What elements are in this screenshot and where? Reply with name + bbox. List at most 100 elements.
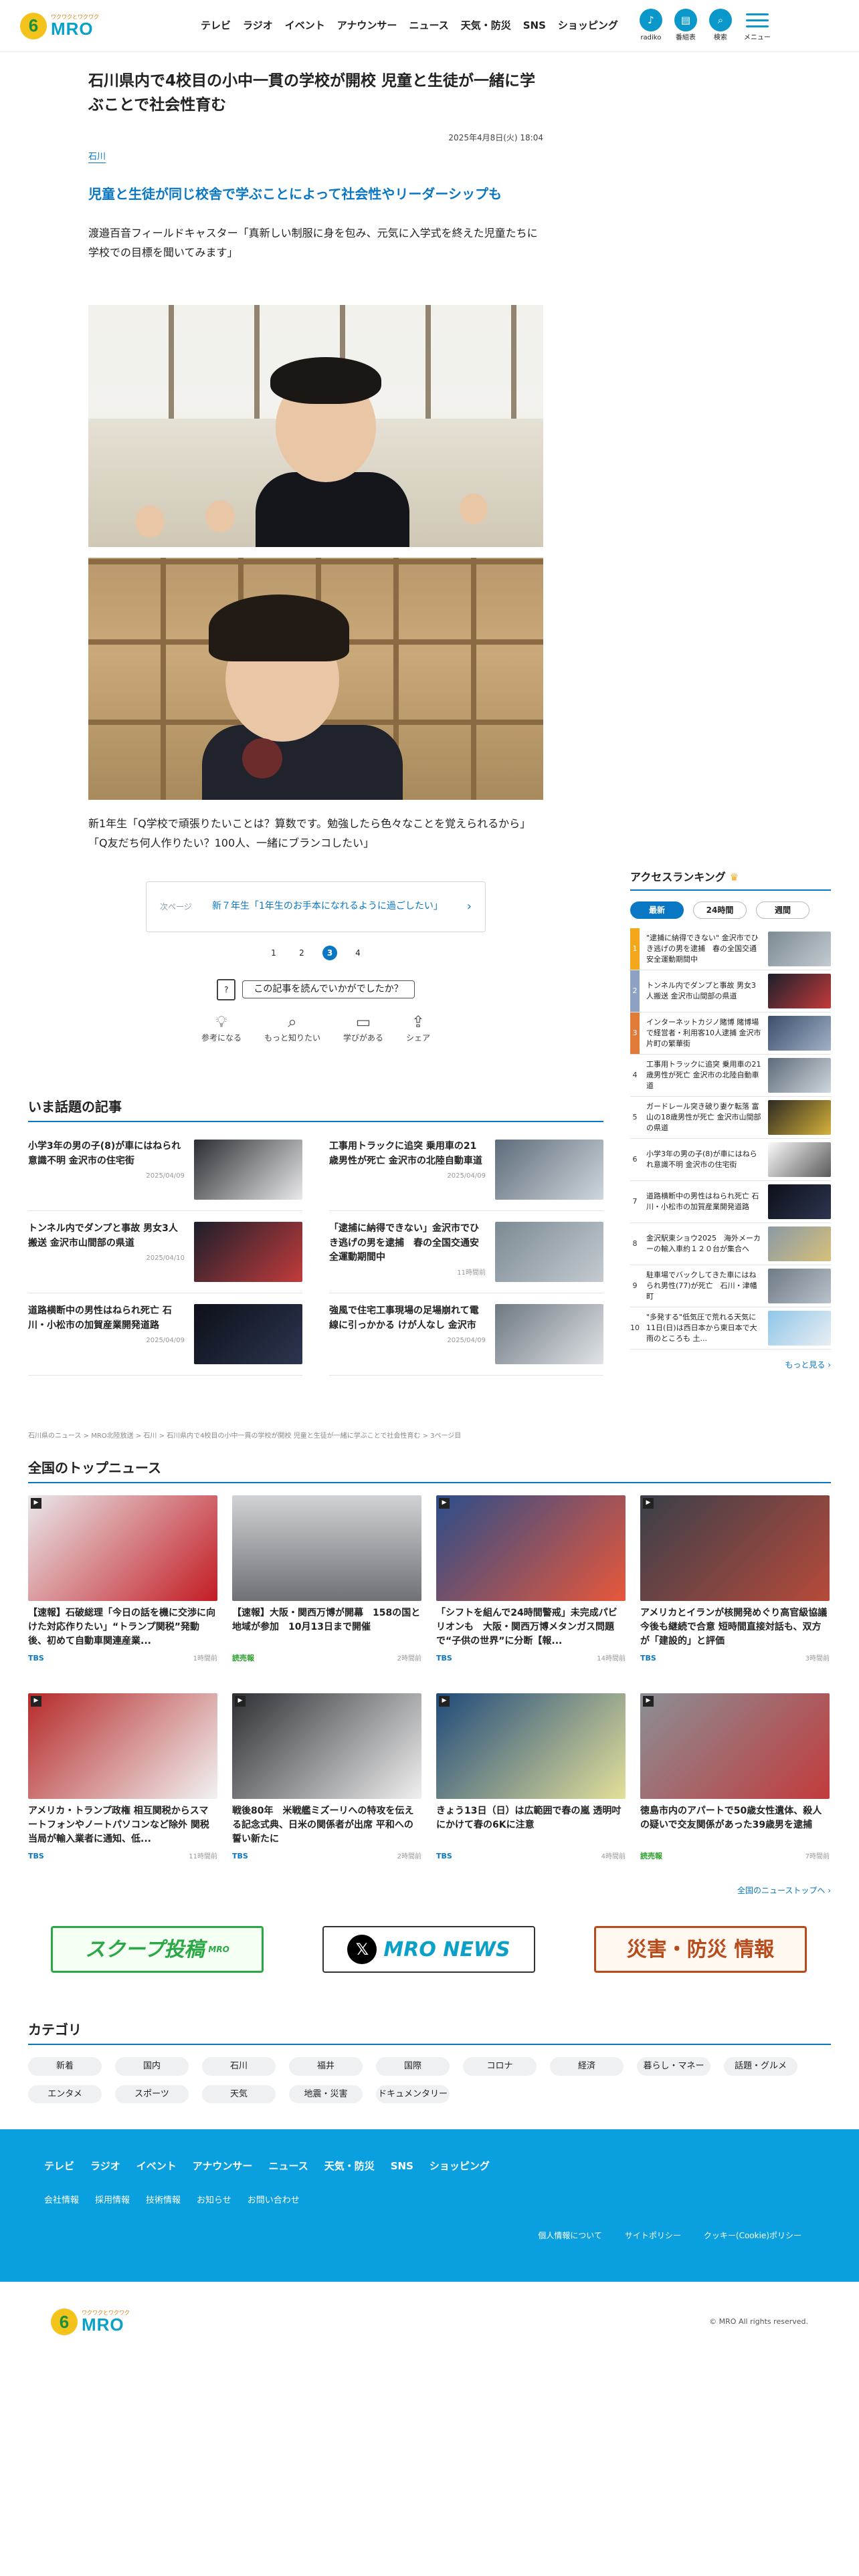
national-more-link[interactable]: 全国のニューストップへ › (28, 1885, 831, 1897)
footer-link[interactable]: イベント (136, 2159, 177, 2174)
tab-weekly[interactable]: 週間 (756, 901, 809, 919)
topic-item[interactable]: 道路横断中の男性はねられ死亡 石川・小松市の加賀産業開発道路 2025/04/09 (28, 1293, 302, 1376)
ranking-more-link[interactable]: もっと見る › (630, 1359, 831, 1371)
category-chip[interactable]: 経済 (550, 2057, 624, 2076)
tab-24h[interactable]: 24時間 (693, 901, 747, 919)
footer-link[interactable]: テレビ (44, 2159, 74, 2174)
category-chip[interactable]: 天気 (202, 2084, 276, 2103)
footer-link[interactable]: 天気・防災 (324, 2159, 375, 2174)
next-page-link[interactable]: 次ページ 新７年生「1年生のお手本になれるように過ごしたい」 › (146, 881, 486, 932)
category-title: カテゴリ (28, 2020, 831, 2045)
nav-tv[interactable]: テレビ (201, 18, 231, 33)
ranking-item[interactable]: 3 インターネットカジノ賭博 賭博場で経営者・利用客10人逮捕 金沢市片町の繁華街 (630, 1012, 831, 1055)
ranking-item[interactable]: 7 道路横断中の男性はねられ死亡 石川・小松市の加賀産業開発道路 (630, 1181, 831, 1223)
nav-sns[interactable]: SNS (523, 18, 546, 33)
scoop-banner[interactable]: スクープ投稿 MRO (51, 1926, 264, 1973)
page-4[interactable]: 4 (351, 946, 365, 960)
footer-link[interactable]: お知らせ (197, 2194, 231, 2208)
ranking-item[interactable]: 6 小学3年の男の子(8)が車にはねられ意識不明 金沢市の住宅街 (630, 1139, 831, 1181)
footer-link[interactable]: ラジオ (90, 2159, 120, 2174)
footer-link[interactable]: 会社情報 (44, 2194, 79, 2208)
category-chip[interactable]: スポーツ (115, 2084, 189, 2103)
footer-link[interactable]: お問い合わせ (248, 2194, 300, 2208)
mro-news-x-banner[interactable]: 𝕏 MRO NEWS (322, 1926, 535, 1973)
ranking-item[interactable]: 8 金沢駅東ショウ2025 海外メーカーの輸入車約１２０台が集合へ (630, 1223, 831, 1265)
ranking-item[interactable]: 2 トンネル内でダンプと事故 男女3人搬送 金沢市山間部の県道 (630, 970, 831, 1012)
nav-event[interactable]: イベント (285, 18, 325, 33)
search-button[interactable]: ⌕ 検索 (708, 9, 732, 43)
ranking-item[interactable]: 4 工事用トラックに追突 乗用車の21歳男性が死亡 金沢市の北陸自動車道 (630, 1055, 831, 1097)
page-3-current: 3 (322, 945, 337, 960)
thumbnail (495, 1140, 603, 1200)
footer-link[interactable]: 技術情報 (146, 2194, 181, 2208)
disaster-info-banner[interactable]: 災害・防災 情報 (594, 1926, 807, 1973)
menu-icon (745, 9, 769, 31)
category-chip[interactable]: 暮らし・マネー (637, 2057, 710, 2076)
footer-link[interactable]: サイトポリシー (625, 2230, 681, 2242)
category-chip[interactable]: 新着 (28, 2057, 102, 2076)
topic-item[interactable]: 「逮捕に納得できない」金沢市でひき逃げの男を逮捕 春の全国交通安全運動期間中 11… (329, 1211, 603, 1293)
chevron-right-icon: › (828, 1886, 831, 1895)
nav-radio[interactable]: ラジオ (243, 18, 273, 33)
news-card[interactable]: ▶ アメリカとイランが核開発めぐり高官級協議 今後も継続で合意 短時間直接対話も、… (640, 1495, 830, 1680)
footer-link[interactable]: 採用情報 (95, 2194, 130, 2208)
category-chip[interactable]: 福井 (289, 2057, 363, 2076)
topic-item[interactable]: トンネル内でダンプと事故 男女3人搬送 金沢市山間部の県道 2025/04/10 (28, 1211, 302, 1293)
ranking-tabs: 最新 24時間 週間 (630, 901, 831, 919)
footer-logo[interactable]: 6 ワクワクとワクワク MRO (51, 2309, 138, 2335)
page-2[interactable]: 2 (294, 946, 309, 960)
category-chip[interactable]: ドキュメンタリー (376, 2084, 450, 2103)
feedback-helpful[interactable]: 💡︎ 参考になる (201, 1012, 242, 1044)
schedule-button[interactable]: ▤ 番組表 (674, 9, 697, 43)
nav-news[interactable]: ニュース (409, 18, 448, 33)
news-card[interactable]: ▶ 徳島市内のアパートで50歳女性遺体、殺人の疑いで交友関係があった39歳男を逮捕… (640, 1693, 830, 1878)
category-chip[interactable]: 国内 (115, 2057, 189, 2076)
ranking-item[interactable]: 10 "多発する"低気圧で荒れる天気に 11日(日)は西日本から東日本で大雨のとこ… (630, 1307, 831, 1350)
footer-link[interactable]: ショッピング (430, 2159, 490, 2174)
nav-shopping[interactable]: ショッピング (558, 18, 618, 33)
ranking-item[interactable]: 9 駐車場でバックしてきた車にはねられ男性(77)が死亡 石川・津幡町 (630, 1265, 831, 1307)
national-title: 全国のトップニュース (28, 1458, 831, 1483)
ranking-item[interactable]: 1 "逮捕に納得できない" 金沢市でひき逃げの男を逮捕 春の全国交通安全運動期間中 (630, 928, 831, 970)
category-chip[interactable]: 石川 (202, 2057, 276, 2076)
footer-link[interactable]: SNS (391, 2159, 413, 2174)
menu-button[interactable]: メニュー (744, 9, 771, 43)
nav-announcer[interactable]: アナウンサー (337, 18, 397, 33)
feedback-learn[interactable]: ▭ 学びがある (343, 1012, 383, 1044)
page-1[interactable]: 1 (266, 946, 281, 960)
thumbnail: ▶ (232, 1693, 421, 1799)
thumbnail (194, 1222, 302, 1282)
feedback-more[interactable]: ⌕ もっと知りたい (264, 1012, 320, 1044)
footer-nav-company: 会社情報 採用情報 技術情報 お知らせ お問い合わせ (44, 2194, 815, 2208)
category-chip[interactable]: エンタメ (28, 2084, 102, 2103)
breadcrumb[interactable]: 石川県のニュース > MRO北陸放送 > 石川 > 石川県内で4校目の小中一貫の… (28, 1431, 461, 1441)
topic-item[interactable]: 工事用トラックに追突 乗用車の21歳男性が死亡 金沢市の北陸自動車道 2025/0… (329, 1129, 603, 1211)
news-card[interactable]: ▶ アメリカ・トランプ政権 相互関税からスマートフォンやノートパソコンなど除外 関… (28, 1693, 217, 1878)
category-chip[interactable]: 地震・災害 (289, 2084, 363, 2103)
news-card[interactable]: ▶ 【速報】石破総理「今日の話を機に交渉に向けた対応作りたい」“トランプ関税”発動… (28, 1495, 217, 1680)
article: 石川県内で4校目の小中一貫の学校が開校 児童と生徒が一緒に学ぶことで社会性育む … (88, 52, 543, 1044)
prefecture-tag[interactable]: 石川 (88, 152, 106, 163)
category-chip[interactable]: 話題・グルメ (724, 2057, 797, 2076)
news-card[interactable]: ▶ 「シフトを組んで24時間警戒」未完成パビリオンも 大阪・関西万博メタンガス問題… (436, 1495, 626, 1680)
article-photo-boy (88, 305, 543, 548)
category-chip[interactable]: 国際 (376, 2057, 450, 2076)
topic-item[interactable]: 強風で住宅工事現場の足場崩れて電線に引っかかる けが人なし 金沢市 2025/04… (329, 1293, 603, 1376)
footer-link[interactable]: 個人情報について (538, 2230, 602, 2242)
thumbnail (194, 1304, 302, 1364)
footer-link[interactable]: アナウンサー (193, 2159, 253, 2174)
nav-weather[interactable]: 天気・防災 (461, 18, 511, 33)
radiko-button[interactable]: ♪ radiko (639, 9, 662, 43)
ranking-item[interactable]: 5 ガードレール突き破り妻ケ転落 富山の18歳男性が死亡 金沢市山間部の県道 (630, 1097, 831, 1139)
footer-link[interactable]: ニュース (268, 2159, 308, 2174)
share-button[interactable]: ⇪ シェア (406, 1012, 430, 1044)
category-chip[interactable]: コロナ (463, 2057, 537, 2076)
topic-item[interactable]: 小学3年の男の子(8)が車にはねられ意識不明 金沢市の住宅街 2025/04/09 (28, 1129, 302, 1211)
footer-link[interactable]: クッキー(Cookie)ポリシー (704, 2230, 801, 2242)
news-card[interactable]: ▶ きょう13日（日）は広範囲で春の嵐 透明吋にかけて春の6Kに注意 TBS 4時間前 (436, 1693, 626, 1878)
news-card[interactable]: ▶ 戦後80年 米戦艦ミズーリへの特攻を伝える記念式典、日米の関係者が出席 平和へ… (232, 1693, 421, 1878)
tab-latest[interactable]: 最新 (630, 901, 684, 919)
pagination: 1 2 3 4 (88, 945, 543, 960)
site-logo[interactable]: 6 ワクワクとワクワク MRO (20, 12, 107, 39)
news-card[interactable]: 【速報】大阪・関西万博が開幕 158の国と地域が参加 10月13日まで開催 読売報… (232, 1495, 421, 1680)
